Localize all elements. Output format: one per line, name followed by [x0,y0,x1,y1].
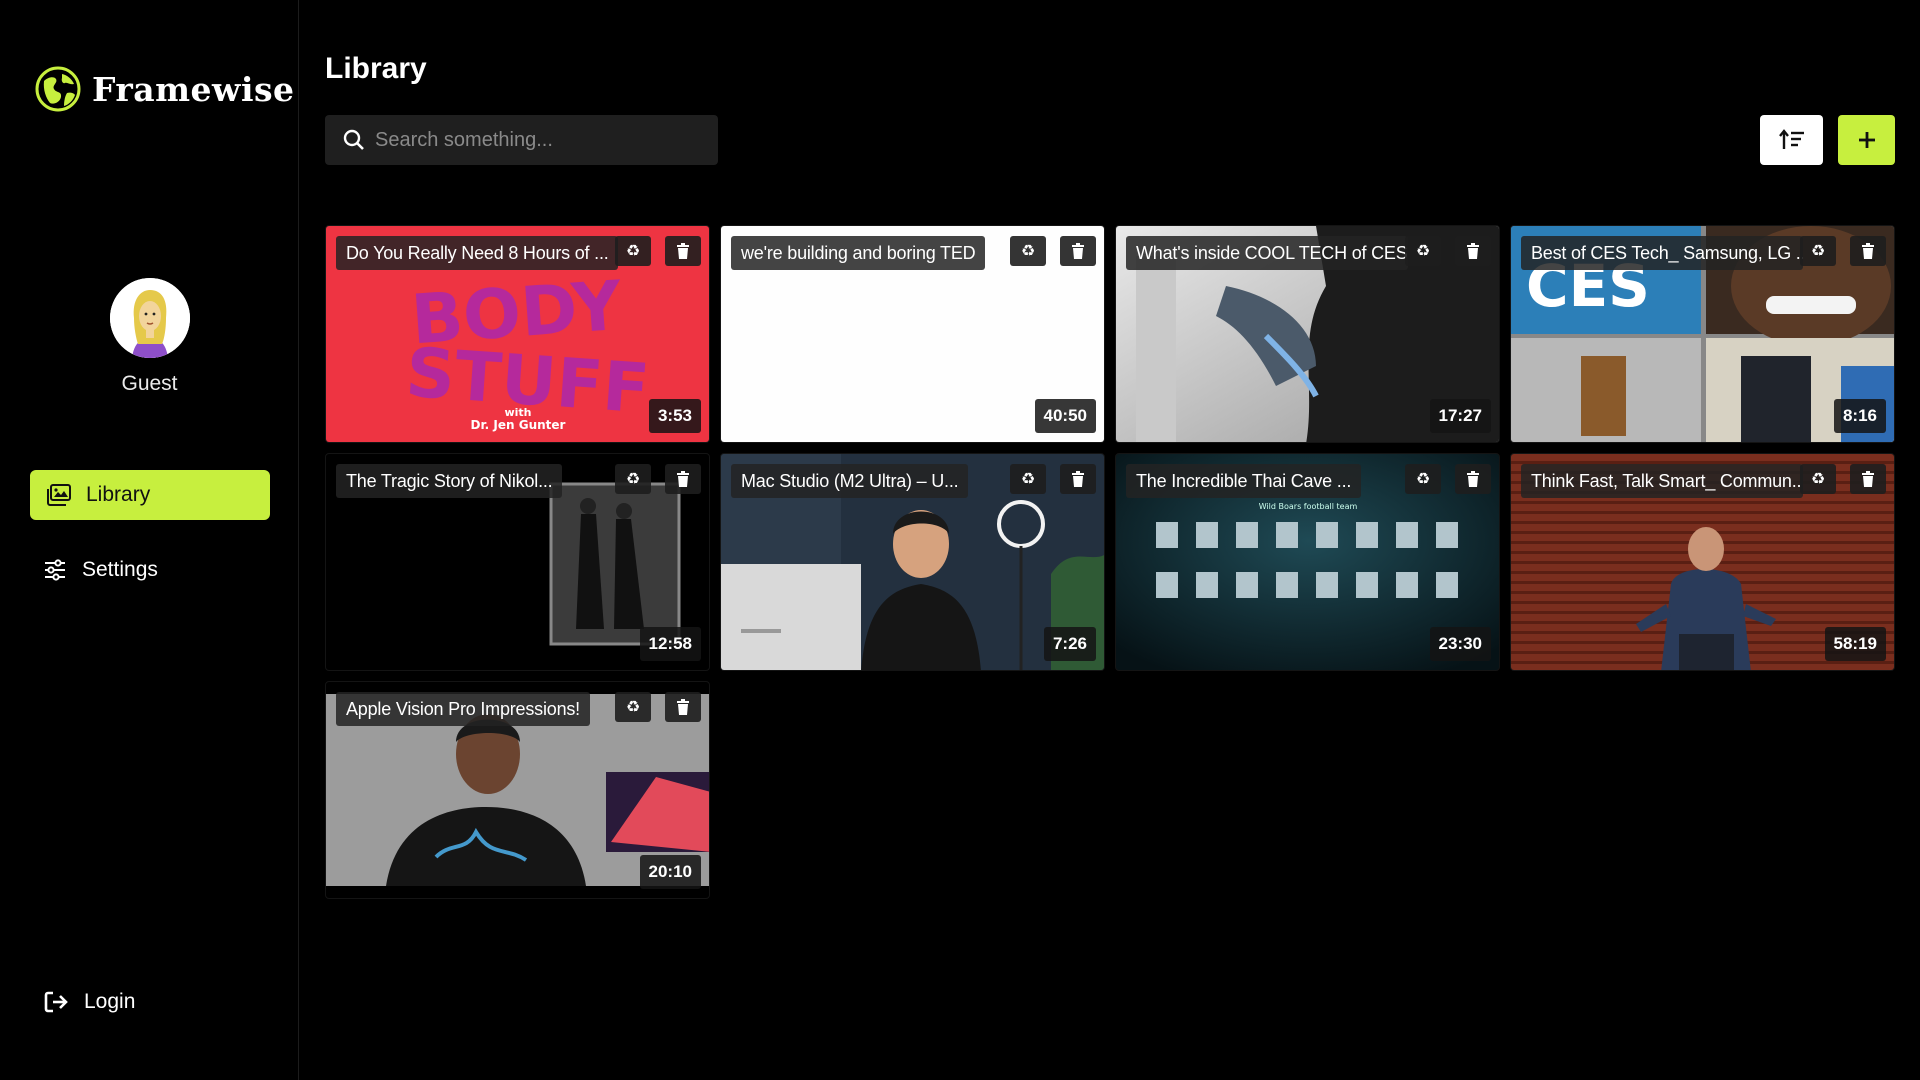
regenerate-button[interactable]: ♻ [615,236,651,266]
video-card[interactable]: BODY STUFF with Dr. Jen Gunter Do You Re… [325,225,710,443]
sidebar-item-label: Settings [82,558,158,581]
video-title: we're building and boring TED [731,236,986,270]
sidebar: Framewise Guest Library Settings Login [0,0,299,1080]
login-label: Login [84,990,136,1013]
video-card[interactable]: What's inside COOL TECH of CES. ♻ 17:27 [1115,225,1500,443]
video-duration: 7:26 [1043,627,1096,661]
video-card[interactable]: Apple Vision Pro Impressions! ♻ 20:10 [325,681,710,899]
brand[interactable]: Framewise [34,64,295,114]
video-card[interactable]: Think Fast, Talk Smart_ Commun... ♻ 58:1… [1510,453,1895,671]
sidebar-item-library[interactable]: Library [30,470,270,520]
guest-avatar-icon [109,278,190,358]
profile-name: Guest [121,372,178,395]
video-duration: 3:53 [648,399,701,433]
trash-icon [1862,471,1874,487]
trash-icon [1862,243,1874,259]
app-root: Framewise Guest Library Settings Login L… [0,0,1920,1080]
regenerate-button[interactable]: ♻ [1010,464,1046,494]
library-icon [46,482,72,508]
recycle-icon: ♻ [625,243,641,260]
recycle-icon: ♻ [1415,471,1431,488]
video-card[interactable]: The Tragic Story of Nikol... ♻ 12:58 [325,453,710,671]
delete-button[interactable] [665,236,701,266]
regenerate-button[interactable]: ♻ [1405,236,1441,266]
sliders-icon [42,557,68,583]
recycle-icon: ♻ [625,699,641,716]
avatar[interactable] [109,278,190,358]
video-duration: 58:19 [1824,627,1886,661]
trash-icon [1072,471,1084,487]
video-title: The Tragic Story of Nikol... [336,464,563,498]
recycle-icon: ♻ [1020,243,1036,260]
recycle-icon: ♻ [1810,471,1826,488]
video-title: What's inside COOL TECH of CES. [1126,236,1408,270]
video-card[interactable]: Mac Studio (M2 Ultra) – U... ♻ 7:26 [720,453,1105,671]
trash-icon [677,471,689,487]
recycle-icon: ♻ [1415,243,1431,260]
trash-icon [677,243,689,259]
thumb-text: Dr. Jen Gunter [471,418,566,432]
delete-button[interactable] [1060,464,1096,494]
profile: Guest [0,278,299,396]
video-duration: 23:30 [1429,627,1491,661]
brand-name: Framewise [92,69,295,109]
video-duration: 20:10 [639,855,701,889]
video-title: Think Fast, Talk Smart_ Commun... [1521,464,1803,498]
video-duration: 40:50 [1034,399,1096,433]
video-title: Apple Vision Pro Impressions! [336,692,590,726]
plus-icon [1858,132,1875,148]
main-content: Library Search something... BODY STUFF w… [300,0,1920,1080]
video-card[interactable]: Wild Boars football team The Incredible … [1115,453,1500,671]
video-title: Do You Really Need 8 Hours of ... [336,236,618,270]
regenerate-button[interactable]: ♻ [1800,464,1836,494]
regenerate-button[interactable]: ♻ [1800,236,1836,266]
globe-logo-icon [35,66,81,112]
delete-button[interactable] [665,464,701,494]
trash-icon [1467,471,1479,487]
delete-button[interactable] [1455,236,1491,266]
sidebar-item-settings[interactable]: Settings [30,545,270,595]
search-icon [343,129,364,150]
page-title: Library [325,52,427,85]
video-title: Best of CES Tech_ Samsung, LG ... [1521,236,1803,270]
delete-button[interactable] [1850,464,1886,494]
regenerate-button[interactable]: ♻ [1405,464,1441,494]
login-icon [44,991,68,1013]
video-duration: 17:27 [1429,399,1491,433]
recycle-icon: ♻ [625,471,641,488]
sidebar-nav: Library Settings [30,470,270,620]
login-button[interactable]: Login [44,990,135,1014]
trash-icon [1467,243,1479,259]
video-card[interactable]: CES Best of CES Tech_ Samsung, LG ... ♻ … [1510,225,1895,443]
video-duration: 12:58 [639,627,701,661]
sort-button[interactable] [1760,115,1823,165]
video-title: Mac Studio (M2 Ultra) – U... [731,464,969,498]
delete-button[interactable] [665,692,701,722]
delete-button[interactable] [1850,236,1886,266]
video-card[interactable]: we're building and boring TED ♻ 40:50 [720,225,1105,443]
video-title: The Incredible Thai Cave ... [1126,464,1362,498]
delete-button[interactable] [1060,236,1096,266]
sidebar-item-label: Library [86,483,151,506]
regenerate-button[interactable]: ♻ [615,692,651,722]
video-duration: 8:16 [1833,399,1886,433]
trash-icon [677,699,689,715]
regenerate-button[interactable]: ♻ [615,464,651,494]
sort-ascending-icon [1778,129,1804,149]
add-video-button[interactable] [1838,115,1895,165]
search-input[interactable] [375,128,695,152]
regenerate-button[interactable]: ♻ [1010,236,1046,266]
thumb-text: Wild Boars football team [1259,502,1358,511]
recycle-icon: ♻ [1020,471,1036,488]
trash-icon [1072,243,1084,259]
search-box[interactable] [325,115,718,165]
delete-button[interactable] [1455,464,1491,494]
recycle-icon: ♻ [1810,243,1826,260]
